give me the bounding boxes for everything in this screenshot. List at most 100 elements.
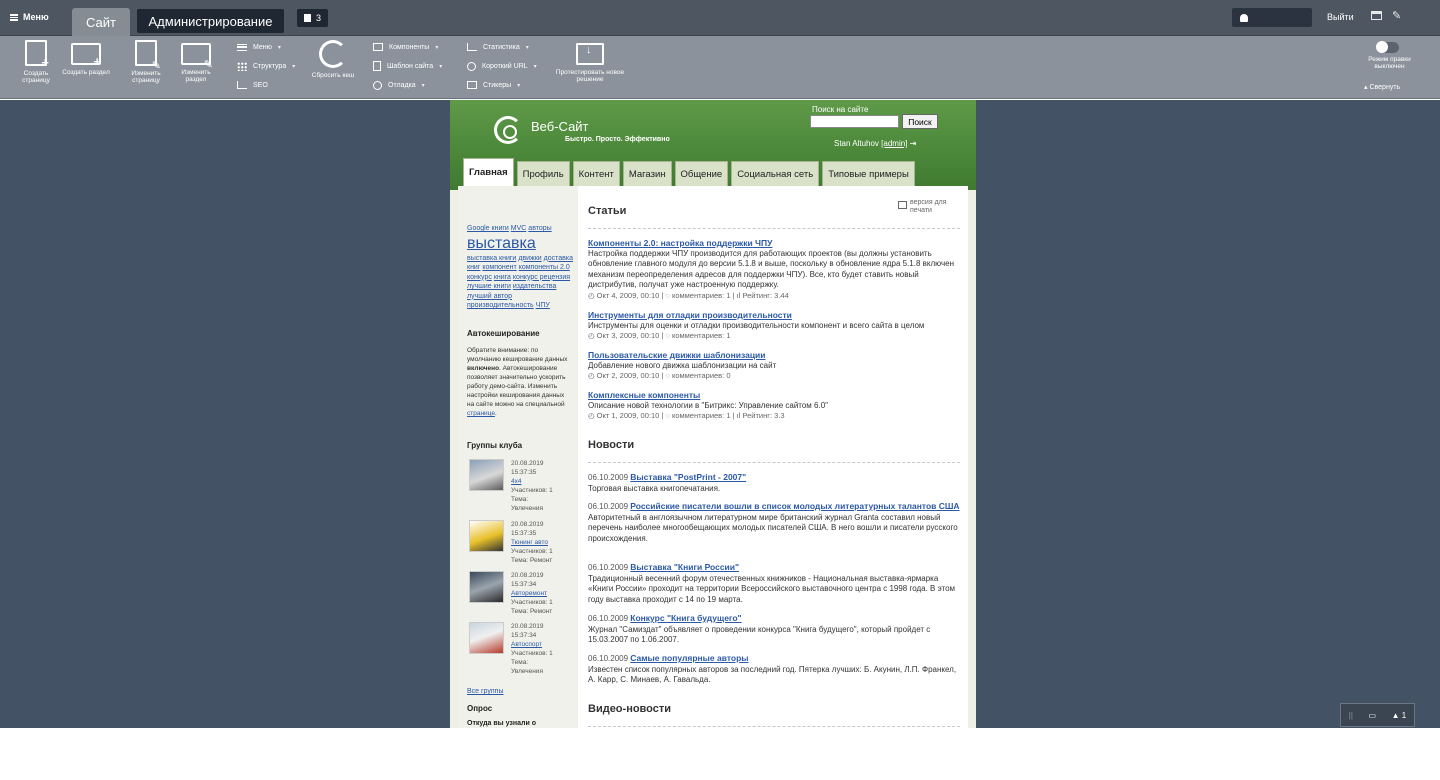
news-text: Авторитетный в англоязычном литературном… xyxy=(588,512,958,543)
site-tab-communication[interactable]: Общение xyxy=(674,161,729,186)
news-item: 06.10.2009 Выставка "PostPrint - 2007" Т… xyxy=(588,472,960,494)
search-button[interactable]: Поиск xyxy=(902,114,938,129)
menu-button[interactable]: Меню xyxy=(10,6,49,28)
article-title-link[interactable]: Пользовательские движки шаблонизации xyxy=(588,350,960,361)
group-link[interactable]: 4x4 xyxy=(511,478,521,485)
news-date: 06.10.2009 xyxy=(588,563,629,572)
menu-dropdown[interactable]: Меню ▾ xyxy=(237,41,281,53)
group-link[interactable]: Тюнинг авто xyxy=(511,539,548,546)
template-icon xyxy=(373,61,381,71)
tab-site[interactable]: Сайт xyxy=(72,8,130,36)
news-title-link[interactable]: Выставка "PostPrint - 2007" xyxy=(630,472,746,482)
article-title-link[interactable]: Инструменты для отладки производительнос… xyxy=(588,310,960,321)
logout-link[interactable]: Выйти xyxy=(1327,12,1354,22)
article-title-link[interactable]: Компоненты 2.0: настройка поддержки ЧПУ xyxy=(588,238,960,249)
tag-link[interactable]: авторы xyxy=(528,225,551,232)
drag-handle-icon[interactable]: || xyxy=(1349,711,1353,720)
pin-icon[interactable]: ✎ xyxy=(1392,9,1401,22)
tag-link-big[interactable]: выставка xyxy=(467,235,536,252)
group-theme: Ремонт xyxy=(529,557,553,564)
site-name[interactable]: Веб-Сайт xyxy=(531,119,589,134)
group-date: 20.08.2019 xyxy=(511,572,544,579)
create-section-button[interactable]: Создать раздел xyxy=(62,40,110,76)
search-input[interactable] xyxy=(810,115,899,128)
seo-label: SEO xyxy=(253,81,268,89)
printer-icon xyxy=(898,201,907,209)
reset-cache-button[interactable]: Сбросить кеш xyxy=(309,40,357,79)
notifications-button[interactable]: 3 xyxy=(297,9,328,27)
tag-link[interactable]: MVC xyxy=(511,225,527,232)
edit-page-button[interactable]: Изменить страницу xyxy=(122,40,170,84)
site-tab-shop[interactable]: Магазин xyxy=(622,161,672,186)
statistics-icon xyxy=(467,43,477,51)
site-tab-profile[interactable]: Профиль xyxy=(516,161,570,186)
group-photo[interactable] xyxy=(469,459,504,491)
logout-icon[interactable]: ⇥ xyxy=(910,139,917,148)
news-date: 06.10.2009 xyxy=(588,502,629,511)
tag-link[interactable]: конкурс рецензия xyxy=(513,274,570,281)
create-page-label: Создать страницу xyxy=(22,70,50,84)
user-login-link[interactable]: [admin] xyxy=(881,139,907,148)
group-link[interactable]: Автоспорт xyxy=(511,641,542,648)
statistics-dropdown[interactable]: Статистика ▾ xyxy=(467,41,529,53)
autocache-title: Автокеширование xyxy=(467,329,540,338)
autocache-link[interactable]: странице xyxy=(467,410,495,417)
chat-icon[interactable]: ▭ xyxy=(1369,711,1377,720)
bell-count: 1 xyxy=(1401,710,1407,720)
debug-dropdown[interactable]: Отладка ▾ xyxy=(373,79,425,91)
article-meta: ◴ Окт 3, 2009, 00:10 | ◌ комментариев: 1 xyxy=(588,331,731,340)
site-template-dropdown[interactable]: Шаблон сайта ▾ xyxy=(373,60,442,72)
tag-link[interactable]: издательства xyxy=(513,283,557,290)
print-version-link[interactable]: версия для печати xyxy=(898,199,954,215)
articles-title: Статьи xyxy=(588,205,627,217)
tag-link[interactable]: книга xyxy=(494,274,511,281)
collapse-button[interactable]: ▴ Свернуть xyxy=(1364,83,1400,91)
tag-link[interactable]: лучший автор xyxy=(467,293,512,300)
group-photo[interactable] xyxy=(469,622,504,654)
logo-icon[interactable] xyxy=(494,116,522,144)
news-title-link[interactable]: Выставка "Книги России" xyxy=(630,562,739,572)
components-dropdown[interactable]: Компоненты ▾ xyxy=(373,41,438,53)
article-text: Описание новой технологии в "Битрикс: Уп… xyxy=(588,400,828,410)
edit-mode-toggle-knob[interactable] xyxy=(1376,41,1388,53)
all-groups-link[interactable]: Все группы xyxy=(467,688,504,695)
tag-link[interactable]: лучшие книги xyxy=(467,283,511,290)
news-title-link[interactable]: Российские писатели вошли в список молод… xyxy=(630,501,959,511)
seo-button[interactable]: SEO xyxy=(237,79,268,91)
group-photo[interactable] xyxy=(469,571,504,603)
tag-link[interactable]: выставка книги xyxy=(467,255,516,262)
collapse-label: Свернуть xyxy=(1369,84,1401,91)
test-solution-button[interactable]: Протестировать новое решение xyxy=(555,40,625,83)
short-url-dropdown[interactable]: Короткий URL ▾ xyxy=(467,60,537,72)
structure-dropdown[interactable]: Структура ▾ xyxy=(237,60,295,72)
user-profile-button[interactable] xyxy=(1232,8,1312,27)
tag-link[interactable]: производительность xyxy=(467,302,534,309)
tag-link[interactable]: конкурс xyxy=(467,274,492,281)
tag-link[interactable]: компоненты 2.0 xyxy=(519,264,570,271)
test-solution-label: Протестировать новое решение xyxy=(555,69,625,83)
stickers-dropdown[interactable]: Стикеры ▾ xyxy=(467,79,520,91)
group-photo[interactable] xyxy=(469,520,504,552)
create-page-button[interactable]: Создать страницу xyxy=(12,40,60,84)
tag-link[interactable]: компонент xyxy=(482,264,516,271)
tag-cloud: Google книги MVC авторы выставка выставк… xyxy=(467,224,575,311)
settings-icon[interactable] xyxy=(1371,11,1382,20)
edit-section-button[interactable]: Изменить раздел xyxy=(172,40,220,83)
article-title-link[interactable]: Комплексные компоненты xyxy=(588,390,960,401)
user-name: Stan Altuhov xyxy=(834,139,879,148)
tag-link[interactable]: Google книги xyxy=(467,225,509,232)
news-title-link[interactable]: Самые популярные авторы xyxy=(630,653,748,663)
bell-icon[interactable]: ▲ 1 xyxy=(1392,711,1407,720)
group-link[interactable]: Авторемонт xyxy=(511,590,547,597)
site-tab-examples[interactable]: Типовые примеры xyxy=(822,161,915,186)
group-time: 15:37:34 xyxy=(511,581,537,588)
site-tab-content[interactable]: Контент xyxy=(572,161,620,186)
group-date: 20.08.2019 xyxy=(511,460,544,467)
tab-administration[interactable]: Администрирование xyxy=(137,9,284,33)
tag-link[interactable]: движки xyxy=(518,255,541,262)
news-title-link[interactable]: Конкурс "Книга будущего" xyxy=(630,613,741,623)
tag-link[interactable]: ЧПУ xyxy=(536,302,550,309)
note-icon xyxy=(303,14,311,22)
site-tab-social[interactable]: Социальная сеть xyxy=(731,161,820,186)
site-tab-home[interactable]: Главная xyxy=(463,158,514,186)
